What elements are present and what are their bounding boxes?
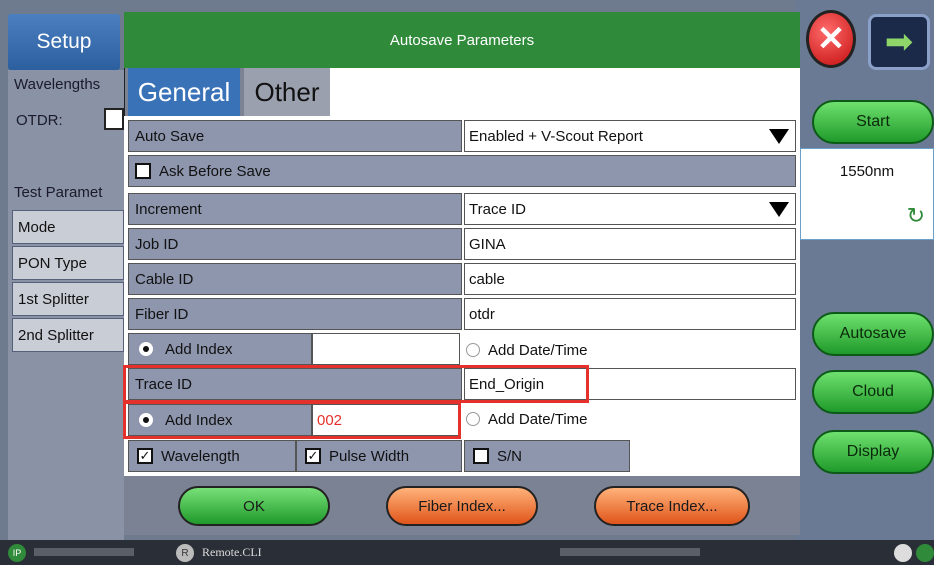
start-button[interactable]: Start xyxy=(812,100,934,144)
cable-id-label: Cable ID xyxy=(128,263,462,295)
checkbox-unchecked-icon[interactable] xyxy=(473,448,489,464)
radio-unselected-icon[interactable] xyxy=(466,412,480,426)
pulse-width-option[interactable]: ✓ Pulse Width xyxy=(296,440,462,472)
dialog-title: Autosave Parameters xyxy=(124,12,800,68)
trace-add-datetime-label: Add Date/Time xyxy=(488,410,588,428)
cloud-button[interactable]: Cloud xyxy=(812,370,934,414)
refresh-arrow-icon: ↻ xyxy=(906,203,925,228)
sn-option[interactable]: S/N xyxy=(464,440,630,472)
tab-general[interactable]: General xyxy=(128,68,240,116)
display-button[interactable]: Display xyxy=(812,430,934,474)
trace-add-index-highlight xyxy=(123,401,461,439)
auto-save-value: Enabled + V-Scout Report xyxy=(469,127,643,145)
sn-option-label: S/N xyxy=(497,447,523,465)
wavelength-option-label: Wavelength xyxy=(161,447,240,465)
tab-other[interactable]: Other xyxy=(244,68,330,116)
status-bar: IP R Remote.CLI xyxy=(0,540,934,565)
auto-save-dropdown[interactable]: Enabled + V-Scout Report xyxy=(464,120,796,152)
fiber-id-label: Fiber ID xyxy=(128,298,462,330)
radio-selected-icon[interactable] xyxy=(139,342,153,356)
ask-before-save-label: Ask Before Save xyxy=(159,162,271,180)
otdr-label: OTDR: xyxy=(16,112,63,129)
fiber-id-field[interactable]: otdr xyxy=(464,298,796,330)
job-id-field[interactable]: GINA xyxy=(464,228,796,260)
trace-add-datetime-option[interactable]: Add Date/Time xyxy=(466,407,588,431)
wavelength-value: 1550nm xyxy=(839,163,895,180)
fiber-index-button[interactable]: Fiber Index... xyxy=(386,486,538,526)
otdr-checkbox[interactable] xyxy=(104,108,124,130)
increment-value: Trace ID xyxy=(469,200,526,218)
remote-icon: R xyxy=(176,544,194,562)
wavelengths-label: Wavelengths xyxy=(14,76,101,93)
fiber-add-datetime-label: Add Date/Time xyxy=(488,341,588,359)
job-id-label: Job ID xyxy=(128,228,462,260)
wavelength-option[interactable]: ✓ Wavelength xyxy=(128,440,296,472)
ok-button[interactable]: OK xyxy=(178,486,330,526)
chevron-down-icon xyxy=(769,129,789,144)
pulse-width-option-label: Pulse Width xyxy=(329,447,410,465)
cable-id-field[interactable]: cable xyxy=(464,263,796,295)
fiber-add-index-field[interactable] xyxy=(312,333,460,365)
checkbox-checked-icon[interactable]: ✓ xyxy=(305,448,321,464)
trace-id-highlight xyxy=(123,365,589,403)
close-icon: ✕ xyxy=(816,20,846,58)
trace-index-button[interactable]: Trace Index... xyxy=(594,486,750,526)
increment-dropdown[interactable]: Trace ID xyxy=(464,193,796,225)
increment-label: Increment xyxy=(128,193,462,225)
fiber-add-datetime-option[interactable]: Add Date/Time xyxy=(466,338,588,362)
pon-type-field[interactable]: PON Type xyxy=(12,246,124,280)
remote-text: Remote.CLI xyxy=(202,545,262,559)
checkbox-checked-icon[interactable]: ✓ xyxy=(137,448,153,464)
fiber-add-index-label: Add Index xyxy=(165,340,233,358)
tab-strip xyxy=(330,68,800,116)
mode-field[interactable]: Mode xyxy=(12,210,124,244)
ask-before-save-checkbox[interactable] xyxy=(135,163,151,179)
status-datetime xyxy=(560,548,700,556)
ip-icon: IP xyxy=(8,544,26,562)
power-icon xyxy=(916,544,934,562)
radio-unselected-icon[interactable] xyxy=(466,343,480,357)
bluetooth-icon xyxy=(894,544,912,562)
ip-address xyxy=(34,548,134,556)
wavelength-box: 1550nm ↻ xyxy=(800,148,934,240)
fiber-add-index-option[interactable]: Add Index xyxy=(128,333,312,365)
setup-tab[interactable]: Setup xyxy=(8,14,120,70)
ask-before-save-row[interactable]: Ask Before Save xyxy=(128,155,796,187)
test-parameters-label: Test Paramet xyxy=(14,184,103,201)
autosave-button[interactable]: Autosave xyxy=(812,312,934,356)
next-button[interactable]: ➡ xyxy=(868,14,930,70)
close-button[interactable]: ✕ xyxy=(806,10,856,68)
arrow-right-icon: ➡ xyxy=(884,23,914,61)
chevron-down-icon xyxy=(769,202,789,217)
second-splitter-field[interactable]: 2nd Splitter xyxy=(12,318,124,352)
auto-save-label: Auto Save xyxy=(128,120,462,152)
first-splitter-field[interactable]: 1st Splitter xyxy=(12,282,124,316)
